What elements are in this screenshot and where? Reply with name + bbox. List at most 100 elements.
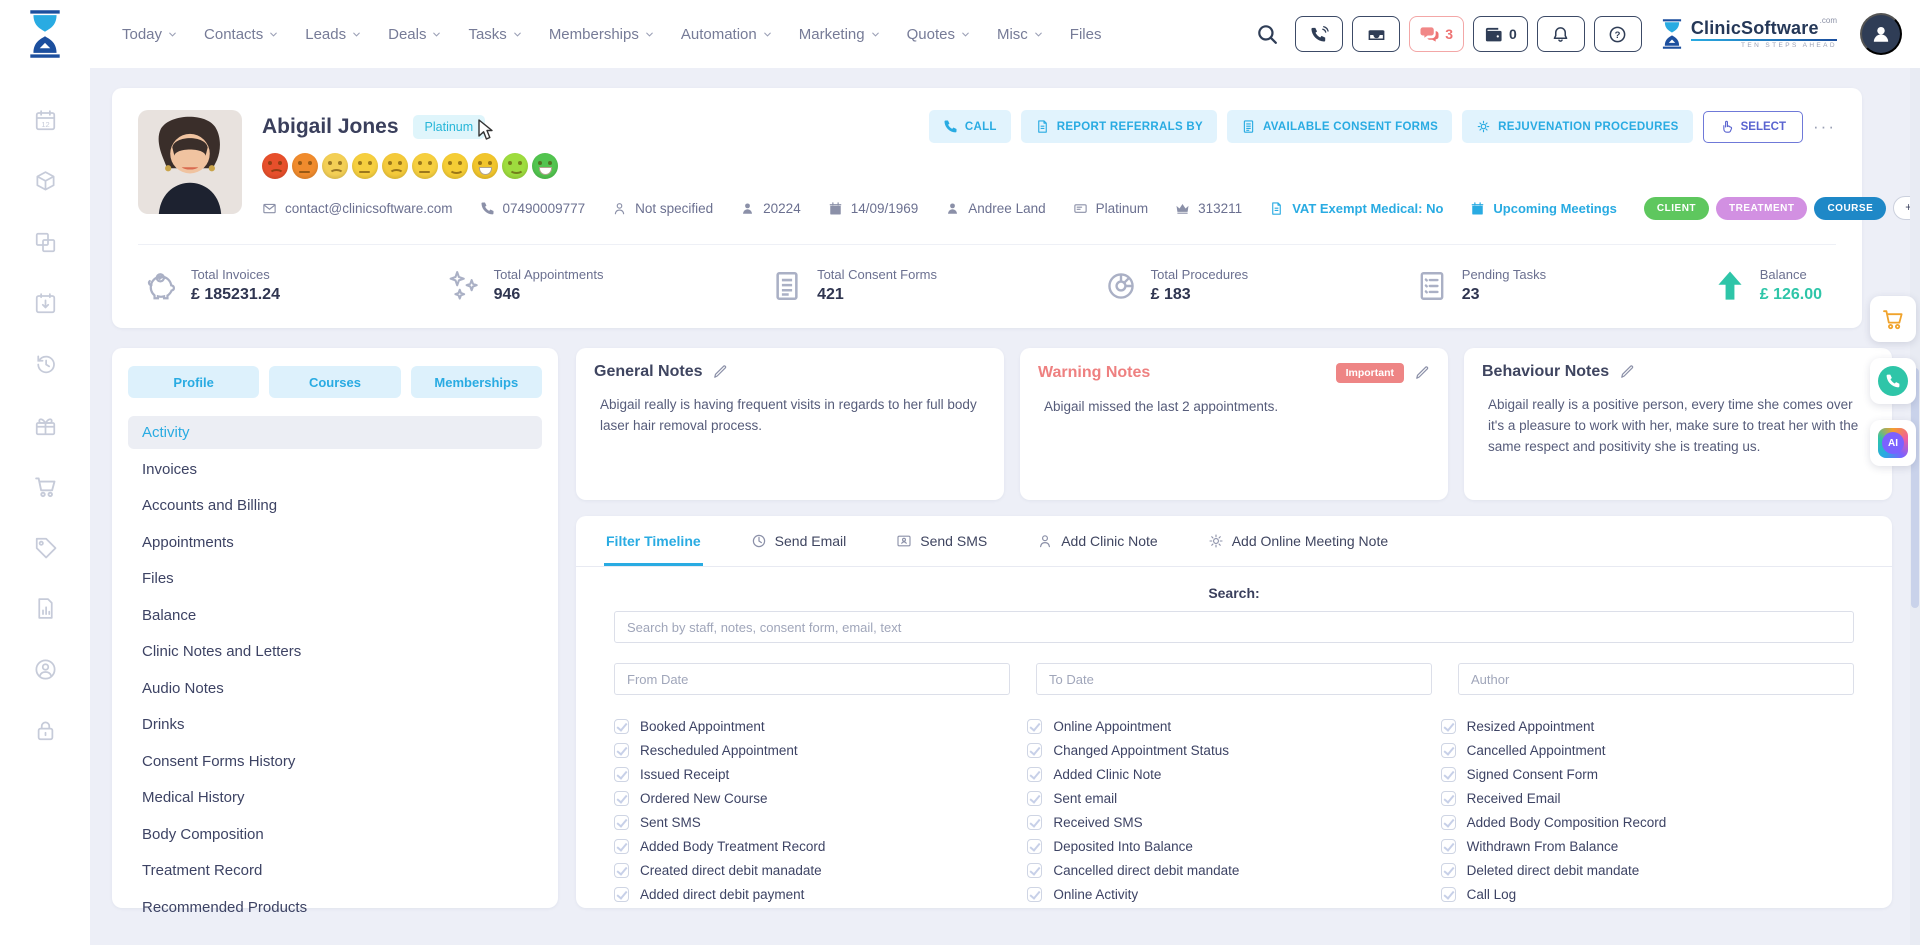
checkbox[interactable] (614, 743, 629, 758)
profile-menu-item[interactable]: Activity (128, 416, 542, 449)
user-avatar[interactable] (1860, 13, 1902, 55)
nav-item[interactable]: Deals (388, 26, 442, 43)
nav-item[interactable]: Tasks (468, 26, 522, 43)
checkbox[interactable] (614, 815, 629, 830)
timeline-tab[interactable]: Add Clinic Note (1035, 516, 1160, 566)
profile-tab[interactable]: Profile (128, 366, 259, 398)
profile-menu-item[interactable]: Accounts and Billing (128, 489, 542, 522)
timeline-tab[interactable]: Add Online Meeting Note (1206, 516, 1390, 566)
quick-call-button[interactable] (1870, 358, 1916, 404)
checkbox[interactable] (1441, 863, 1456, 878)
checkbox[interactable] (1441, 719, 1456, 734)
checkbox[interactable] (614, 767, 629, 782)
to-date-input[interactable] (1036, 663, 1432, 695)
edit-pencil-icon[interactable] (1414, 365, 1430, 381)
nav-item[interactable]: Memberships (549, 26, 655, 43)
sidebar-icon-button[interactable] (33, 352, 58, 380)
nav-item[interactable]: Files (1070, 26, 1102, 43)
from-date-input[interactable] (614, 663, 1010, 695)
profile-menu-item[interactable]: Drinks (128, 708, 542, 741)
profile-menu-item[interactable]: Body Composition (128, 818, 542, 851)
brand-logo[interactable]: ClinicSoftware .com TEN STEPS AHEAD (1659, 17, 1837, 51)
client-action-button[interactable]: CALL (929, 110, 1011, 143)
nav-item[interactable]: Misc (997, 26, 1044, 43)
tier-badge[interactable]: Platinum (413, 115, 486, 139)
mood-face-icon[interactable] (322, 153, 348, 179)
nav-item[interactable]: Leads (305, 26, 362, 43)
mood-face-icon[interactable] (502, 153, 528, 179)
profile-tab[interactable]: Courses (269, 366, 400, 398)
edit-pencil-icon[interactable] (1619, 364, 1635, 380)
app-logo[interactable] (0, 8, 90, 60)
notifications-button[interactable] (1537, 16, 1585, 52)
sidebar-icon-button[interactable] (33, 657, 58, 685)
client-action-button[interactable]: REPORT REFERRALS BY (1021, 110, 1217, 143)
help-button[interactable] (1594, 16, 1642, 52)
scrollbar-track[interactable] (1910, 68, 1920, 945)
timeline-search-input[interactable] (614, 611, 1854, 643)
checkbox[interactable] (614, 839, 629, 854)
sidebar-icon-button[interactable] (33, 413, 58, 441)
checkbox[interactable] (1027, 767, 1042, 782)
checkbox[interactable] (1027, 791, 1042, 806)
checkbox[interactable] (1441, 815, 1456, 830)
checkbox[interactable] (614, 887, 629, 902)
nav-item[interactable]: Contacts (204, 26, 279, 43)
sidebar-icon-button[interactable] (33, 291, 58, 319)
nav-item[interactable]: Today (122, 26, 178, 43)
mood-face-icon[interactable] (382, 153, 408, 179)
checkbox[interactable] (614, 719, 629, 734)
checkbox[interactable] (1441, 839, 1456, 854)
sidebar-icon-button[interactable] (33, 718, 58, 746)
dialer-button[interactable] (1295, 16, 1343, 52)
label-pill[interactable]: CLIENT (1644, 197, 1709, 220)
profile-menu-item[interactable]: Consent Forms History (128, 745, 542, 778)
sidebar-icon-button[interactable] (33, 596, 58, 624)
profile-menu-item[interactable]: Medical History (128, 781, 542, 814)
ai-assistant-button[interactable]: AI (1870, 420, 1916, 466)
nav-item[interactable]: Quotes (907, 26, 971, 43)
sidebar-icon-button[interactable] (33, 230, 58, 258)
checkbox[interactable] (1441, 887, 1456, 902)
checkbox[interactable] (1027, 839, 1042, 854)
author-input[interactable] (1458, 663, 1854, 695)
profile-menu-item[interactable]: Balance (128, 599, 542, 632)
checkbox[interactable] (1441, 767, 1456, 782)
timeline-tab[interactable]: Filter Timeline (604, 516, 703, 566)
profile-menu-item[interactable]: Recommended Products (128, 891, 542, 924)
sidebar-icon-button[interactable] (33, 108, 58, 136)
edit-pencil-icon[interactable] (712, 364, 728, 380)
checkbox[interactable] (1441, 743, 1456, 758)
mood-face-icon[interactable] (472, 153, 498, 179)
sidebar-icon-button[interactable] (33, 474, 58, 502)
nav-item[interactable]: Marketing (799, 26, 881, 43)
profile-menu-item[interactable]: Audio Notes (128, 672, 542, 705)
wallet-button[interactable]: 0 (1473, 16, 1528, 52)
sidebar-icon-button[interactable] (33, 535, 58, 563)
client-action-button[interactable]: REJUVENATION PROCEDURES (1462, 110, 1693, 143)
nav-item[interactable]: Automation (681, 26, 773, 43)
search-icon[interactable] (1256, 23, 1278, 45)
label-pill[interactable]: COURSE (1814, 197, 1886, 220)
timeline-tab[interactable]: Send Email (749, 516, 849, 566)
select-button[interactable]: SELECT (1703, 111, 1803, 143)
profile-menu-item[interactable]: Clinic Notes and Letters (128, 635, 542, 668)
checkbox[interactable] (614, 791, 629, 806)
quick-cart-button[interactable] (1870, 296, 1916, 342)
timeline-tab[interactable]: Send SMS (894, 516, 989, 566)
profile-menu-item[interactable]: Appointments (128, 526, 542, 559)
checkbox[interactable] (1027, 815, 1042, 830)
checkbox[interactable] (1027, 719, 1042, 734)
mood-face-icon[interactable] (262, 153, 288, 179)
profile-menu-item[interactable]: Treatment Record (128, 854, 542, 887)
mood-face-icon[interactable] (292, 153, 318, 179)
inbox-button[interactable] (1352, 16, 1400, 52)
mood-face-icon[interactable] (442, 153, 468, 179)
client-action-button[interactable]: AVAILABLE CONSENT FORMS (1227, 110, 1452, 143)
mood-face-icon[interactable] (352, 153, 378, 179)
mood-face-icon[interactable] (532, 153, 558, 179)
sidebar-icon-button[interactable] (33, 169, 58, 197)
more-options-button[interactable]: ··· (1813, 117, 1836, 137)
checkbox[interactable] (1441, 791, 1456, 806)
profile-menu-item[interactable]: Files (128, 562, 542, 595)
